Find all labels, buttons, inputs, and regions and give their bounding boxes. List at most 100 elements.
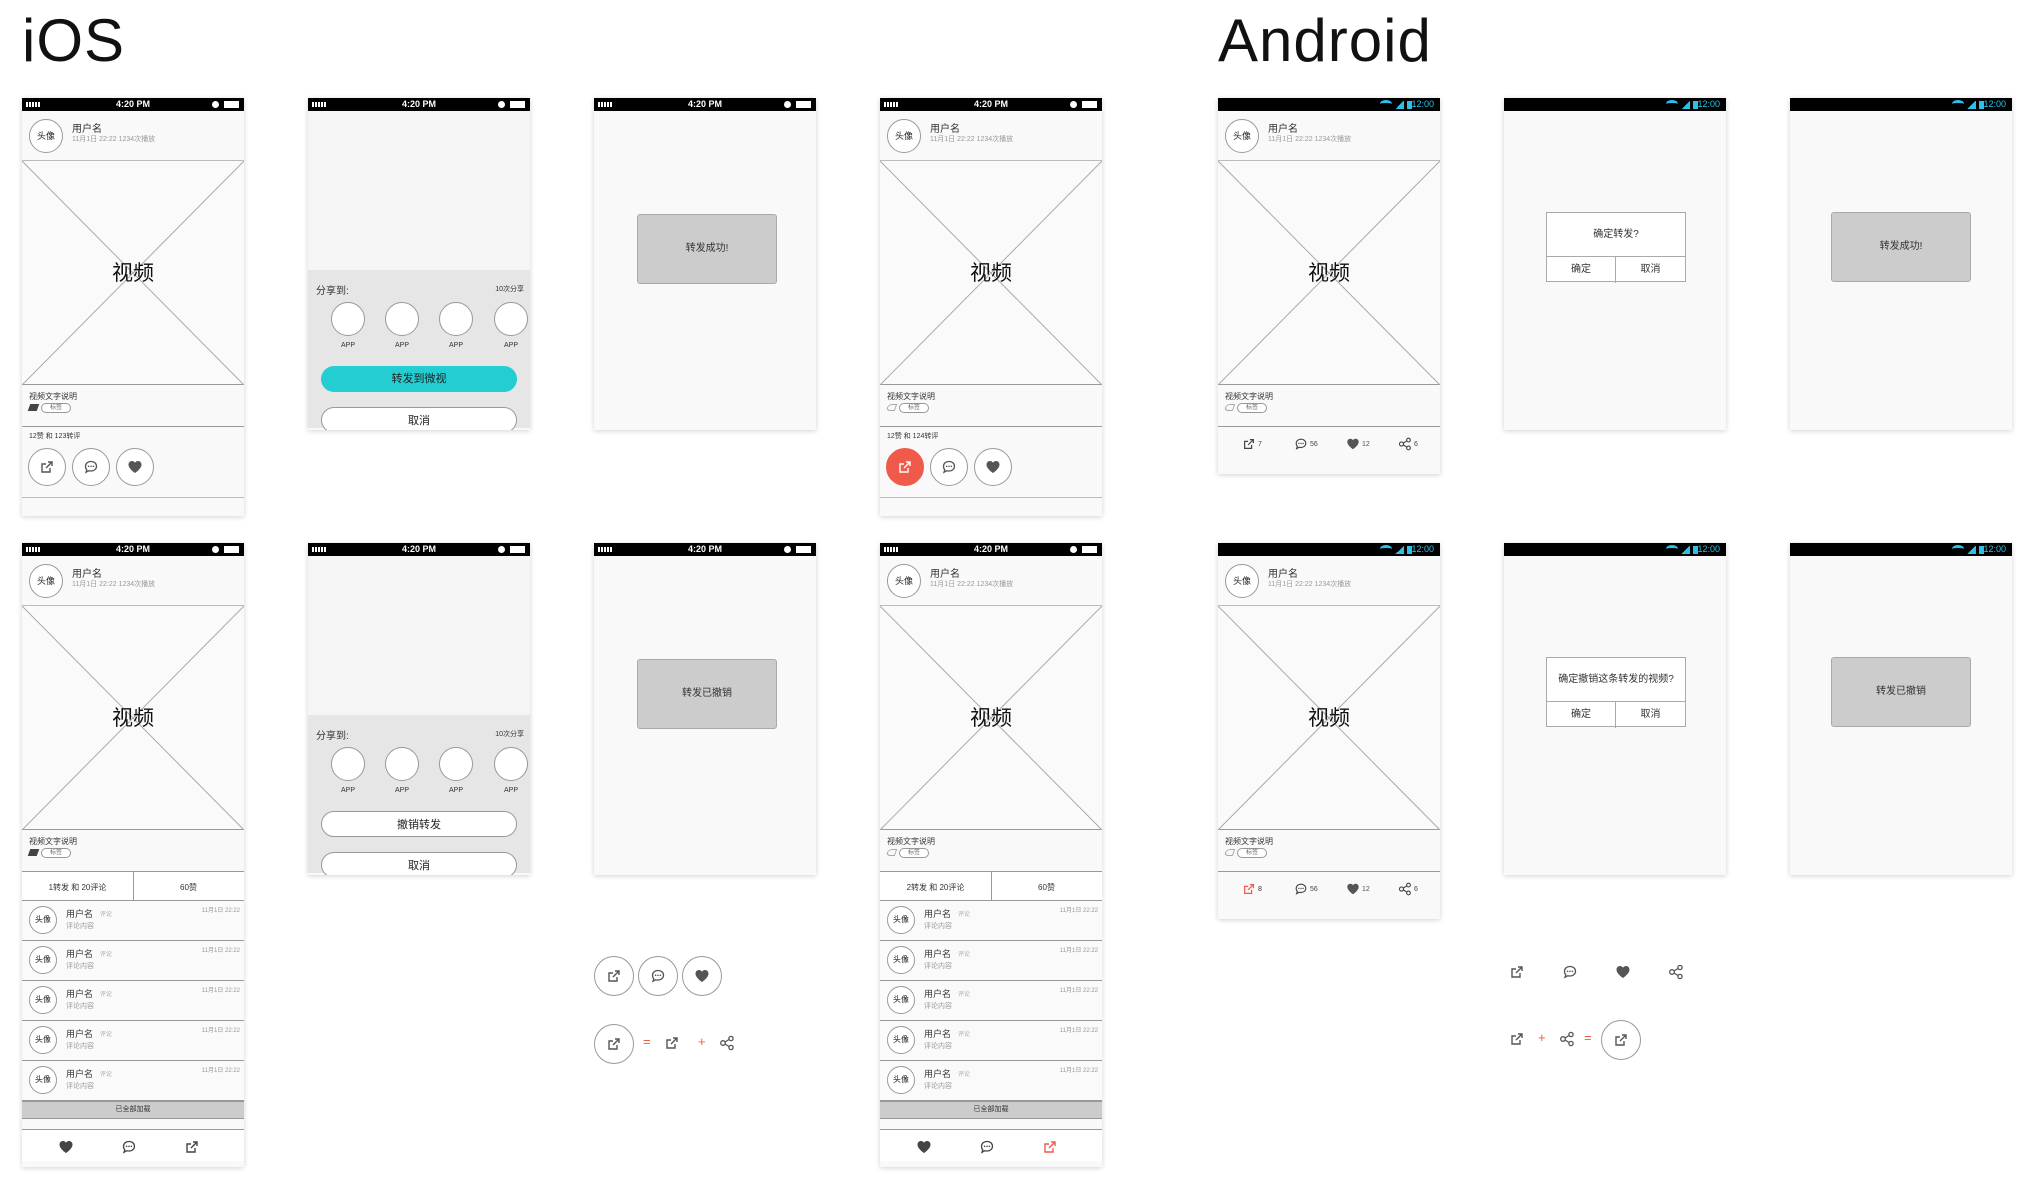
- heart-icon[interactable]: [916, 1139, 932, 1155]
- video-player[interactable]: 视频: [22, 161, 244, 385]
- avatar[interactable]: 头像: [29, 946, 57, 974]
- comment-user[interactable]: 用户名: [66, 947, 93, 960]
- avatar[interactable]: 头像: [887, 946, 915, 974]
- dimmed-background[interactable]: [308, 111, 530, 270]
- comment-row[interactable]: 头像 用户名 评论 评论内容 11月1日 22:22: [22, 981, 244, 1021]
- comment-user[interactable]: 用户名: [924, 1067, 951, 1080]
- forward-button[interactable]: [28, 448, 66, 486]
- comment-row[interactable]: 头像 用户名 评论 评论内容 11月1日 22:22: [880, 1061, 1102, 1101]
- cancel-button[interactable]: 取消: [1616, 257, 1685, 283]
- heart-icon[interactable]: [58, 1139, 74, 1155]
- avatar[interactable]: 头像: [29, 564, 63, 598]
- likes-summary[interactable]: 12赞 和 123转评: [29, 431, 80, 441]
- comment-user[interactable]: 用户名: [66, 987, 93, 1000]
- app-icon[interactable]: [331, 747, 365, 781]
- app-icon[interactable]: [331, 302, 365, 336]
- comment-button[interactable]: [930, 448, 968, 486]
- username[interactable]: 用户名: [930, 120, 960, 135]
- comment-user[interactable]: 用户名: [924, 987, 951, 1000]
- comment-button[interactable]: [72, 448, 110, 486]
- tab-forwards-comments[interactable]: 1转发 和 20评论: [22, 882, 133, 893]
- confirm-button[interactable]: 确定: [1547, 702, 1616, 728]
- username[interactable]: 用户名: [72, 120, 102, 135]
- video-player[interactable]: 视频: [880, 161, 1102, 385]
- comment-row[interactable]: 头像 用户名 评论 评论内容 11月1日 22:22: [880, 941, 1102, 981]
- tag-badge[interactable]: 标签: [41, 848, 71, 858]
- tab-likes[interactable]: 60赞: [991, 882, 1102, 893]
- tag-badge[interactable]: 标签: [899, 848, 929, 858]
- like-action[interactable]: 12: [1346, 437, 1370, 451]
- app-icon[interactable]: [494, 302, 528, 336]
- video-player[interactable]: 视频: [880, 606, 1102, 830]
- avatar[interactable]: 头像: [29, 986, 57, 1014]
- comment-row[interactable]: 头像 用户名 评论 评论内容 11月1日 22:22: [22, 1061, 244, 1101]
- forward-action[interactable]: 7: [1242, 437, 1262, 451]
- divider: [22, 426, 244, 427]
- video-player[interactable]: 视频: [1218, 161, 1440, 385]
- comment-action[interactable]: 56: [1294, 882, 1318, 896]
- dimmed-background[interactable]: [308, 556, 530, 715]
- comment-icon[interactable]: [121, 1139, 137, 1155]
- like-action[interactable]: 12: [1346, 882, 1370, 896]
- app-icon[interactable]: [385, 747, 419, 781]
- username[interactable]: 用户名: [1268, 120, 1298, 135]
- like-button[interactable]: [974, 448, 1012, 486]
- avatar[interactable]: 头像: [29, 1026, 57, 1054]
- app-icon[interactable]: [439, 302, 473, 336]
- app-icon[interactable]: [494, 747, 528, 781]
- avatar[interactable]: 头像: [887, 1066, 915, 1094]
- tag-badge[interactable]: 标签: [899, 403, 929, 413]
- comment-user[interactable]: 用户名: [66, 1027, 93, 1040]
- comment-user[interactable]: 用户名: [924, 947, 951, 960]
- comment-action[interactable]: 56: [1294, 437, 1318, 451]
- forward-button-active[interactable]: [886, 448, 924, 486]
- avatar[interactable]: 头像: [887, 564, 921, 598]
- forward-icon[interactable]: [184, 1139, 200, 1155]
- username[interactable]: 用户名: [72, 565, 102, 580]
- cancel-button[interactable]: 取消: [1616, 702, 1685, 728]
- username[interactable]: 用户名: [1268, 565, 1298, 580]
- app-icon[interactable]: [385, 302, 419, 336]
- ios-forward-success-screen: 4:20 PM 转发成功!: [594, 98, 816, 430]
- forward-icon[interactable]: [1042, 1139, 1058, 1155]
- comment-user[interactable]: 用户名: [66, 907, 93, 920]
- comment-row[interactable]: 头像 用户名 评论 评论内容 11月1日 22:22: [880, 1021, 1102, 1061]
- forward-action-active[interactable]: 8: [1242, 882, 1262, 896]
- username[interactable]: 用户名: [930, 565, 960, 580]
- avatar[interactable]: 头像: [29, 1066, 57, 1094]
- tag-badge[interactable]: 标签: [1237, 848, 1267, 858]
- cancel-button[interactable]: 取消: [321, 407, 517, 430]
- tab-forwards-comments[interactable]: 2转发 和 20评论: [880, 882, 991, 893]
- video-player[interactable]: 视频: [22, 606, 244, 830]
- avatar[interactable]: 头像: [887, 119, 921, 153]
- tag-badge[interactable]: 标签: [41, 403, 71, 413]
- comment-row[interactable]: 头像 用户名 评论 评论内容 11月1日 22:22: [880, 901, 1102, 941]
- avatar[interactable]: 头像: [1225, 564, 1259, 598]
- comment-row[interactable]: 头像 用户名 评论 评论内容 11月1日 22:22: [880, 981, 1102, 1021]
- share-action[interactable]: 6: [1398, 437, 1418, 451]
- avatar[interactable]: 头像: [29, 906, 57, 934]
- avatar[interactable]: 头像: [29, 119, 63, 153]
- comment-user[interactable]: 用户名: [924, 907, 951, 920]
- app-icon[interactable]: [439, 747, 473, 781]
- forward-to-weishi-button[interactable]: 转发到微视: [321, 366, 517, 392]
- revoke-forward-button[interactable]: 撤销转发: [321, 811, 517, 837]
- share-action[interactable]: 6: [1398, 882, 1418, 896]
- comment-user[interactable]: 用户名: [66, 1067, 93, 1080]
- tab-likes[interactable]: 60赞: [133, 882, 244, 893]
- avatar[interactable]: 头像: [887, 1026, 915, 1054]
- avatar[interactable]: 头像: [887, 986, 915, 1014]
- like-button[interactable]: [116, 448, 154, 486]
- tag-badge[interactable]: 标签: [1237, 403, 1267, 413]
- comment-row[interactable]: 头像 用户名 评论 评论内容 11月1日 22:22: [22, 901, 244, 941]
- cancel-button[interactable]: 取消: [321, 852, 517, 875]
- video-player[interactable]: 视频: [1218, 606, 1440, 830]
- confirm-button[interactable]: 确定: [1547, 257, 1616, 283]
- avatar[interactable]: 头像: [887, 906, 915, 934]
- avatar[interactable]: 头像: [1225, 119, 1259, 153]
- comment-user[interactable]: 用户名: [924, 1027, 951, 1040]
- comment-row[interactable]: 头像 用户名 评论 评论内容 11月1日 22:22: [22, 941, 244, 981]
- comment-row[interactable]: 头像 用户名 评论 评论内容 11月1日 22:22: [22, 1021, 244, 1061]
- comment-icon[interactable]: [979, 1139, 995, 1155]
- likes-summary[interactable]: 12赞 和 124转评: [887, 431, 938, 441]
